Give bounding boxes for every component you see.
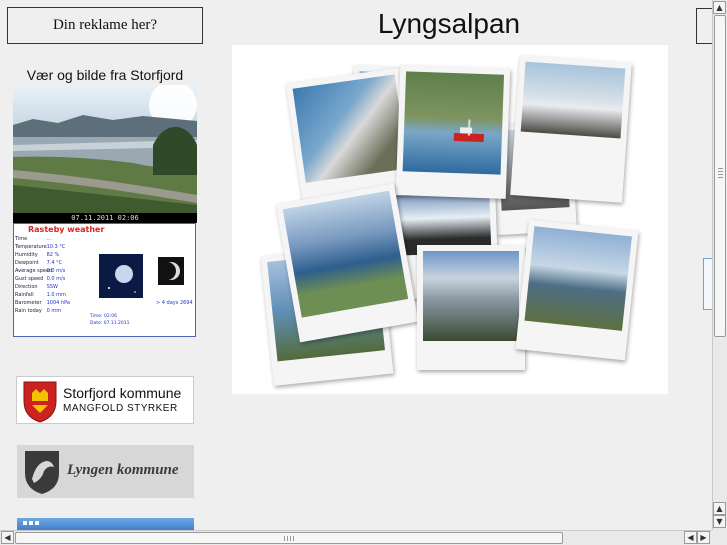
storfjord-shield-icon [23, 381, 57, 423]
collage-photo[interactable] [275, 183, 419, 343]
moon-phase-icon [158, 257, 184, 285]
moon-phase-graphic [158, 262, 180, 280]
weather-row: Rainfall 1.0 mm [15, 292, 66, 298]
scroll-right-arrow-icon[interactable]: ▶ [697, 531, 710, 544]
moon-photo-icon [99, 254, 143, 298]
horizontal-grip [284, 536, 296, 541]
scrollbar-corner [712, 530, 727, 545]
lyngen-shield-icon [25, 451, 59, 494]
collage-photo[interactable] [417, 245, 525, 370]
weather-row: Direction SSW [15, 284, 58, 290]
weather-panel[interactable]: Rasteby weather Time ... Temperature 10.… [13, 223, 196, 337]
storfjord-logo-tagline: MANGFOLD STYRKER [63, 403, 178, 414]
photo-collage[interactable] [232, 45, 668, 394]
partial-right-box [696, 8, 712, 44]
weather-row: Gust speed 0.0 m/s [15, 276, 66, 282]
webcam-title: Vær og bilde fra Storfjord [26, 67, 184, 83]
horizontal-scrollbar[interactable]: ◀ ◀ ▶ [0, 530, 712, 545]
weather-row: Average speed 0.0 m/s [15, 268, 66, 274]
scroll-up-arrow-icon-lower[interactable]: ▲ [713, 502, 726, 515]
webcam-timestamp: 07.11.2011 02:06 [13, 213, 197, 223]
lyngen-logo-name: Lyngen kommune [67, 462, 179, 478]
weather-footer-time: Time: 02:06 [90, 314, 117, 319]
boat-graphic [453, 119, 484, 143]
weather-row: Dewpoint 7.4 °C [15, 260, 63, 266]
lyngen-kommune-logo-link[interactable]: Lyngen kommune [17, 445, 194, 498]
vertical-grip [718, 168, 723, 180]
page-title: Lyngsalpan [377, 8, 521, 39]
storfjord-kommune-logo-link[interactable]: Storfjord kommune MANGFOLD STYRKER [16, 376, 194, 424]
weather-row: Rain today 0 mm [15, 308, 62, 314]
weather-row: Temperature 10.3 °C [15, 244, 66, 250]
weather-row: Barometer 1004 hPa [15, 300, 70, 306]
vertical-scrollbar[interactable]: ▲ ▲ ▼ [712, 0, 727, 530]
webcam-picture [13, 85, 197, 223]
webcam-image[interactable]: 07.11.2011 02:06 [13, 85, 197, 223]
partial-right-panel [703, 258, 712, 310]
weather-row: Humidity 82 % [15, 252, 60, 258]
horizontal-scroll-thumb[interactable] [15, 532, 563, 544]
weather-footer-date: Date: 07.11.2011 [90, 321, 130, 326]
weather-row: Time ... [15, 236, 52, 242]
scroll-left-arrow-icon[interactable]: ◀ [1, 531, 14, 544]
scroll-left-arrow-icon-right[interactable]: ◀ [684, 531, 697, 544]
scroll-up-arrow-icon[interactable]: ▲ [713, 1, 726, 14]
moon-phase-link[interactable]: > 4 days 2694 [156, 300, 193, 306]
moon-graphic [108, 265, 136, 293]
scroll-down-arrow-icon[interactable]: ▼ [713, 515, 726, 528]
weather-title: Rasteby weather [28, 225, 105, 234]
vertical-scroll-thumb[interactable] [714, 15, 726, 337]
collage-photo[interactable] [510, 55, 632, 203]
collage-photo[interactable] [395, 65, 511, 199]
storfjord-logo-name: Storfjord kommune [63, 385, 182, 401]
collage-photo[interactable] [515, 219, 639, 361]
ad-placeholder-box[interactable]: Din reklame her? [7, 7, 203, 44]
